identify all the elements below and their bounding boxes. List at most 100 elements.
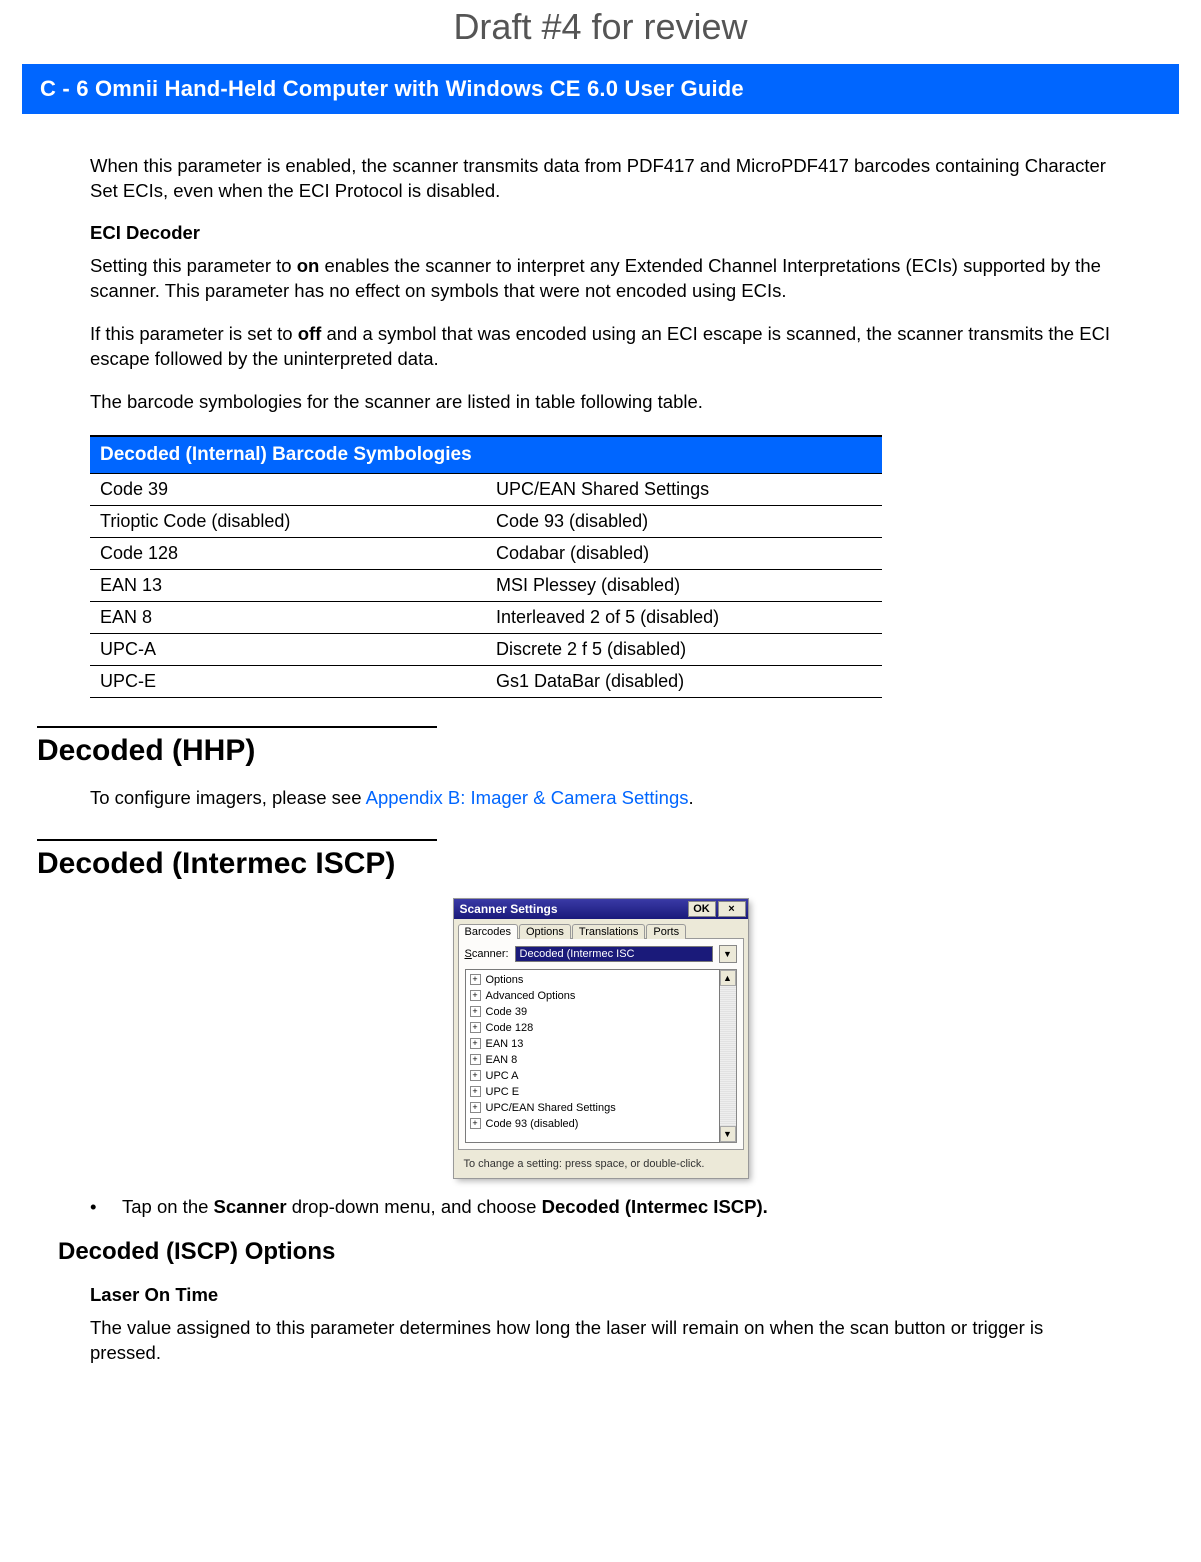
expand-icon[interactable]: + [470,1054,481,1065]
text-fragment: If this parameter is set to [90,323,298,344]
page-header-bar: C - 6 Omnii Hand-Held Computer with Wind… [22,64,1179,114]
table-cell: Codabar (disabled) [486,537,882,569]
tab-translations[interactable]: Translations [572,924,646,939]
scanner-settings-dialog: Scanner Settings OK × BarcodesOptionsTra… [454,899,748,1178]
text-fragment: drop-down menu, and choose [287,1196,542,1217]
close-button[interactable]: × [718,901,746,917]
tree-item-label: UPC A [486,1070,519,1082]
table-row: Code 39UPC/EAN Shared Settings [90,473,882,505]
table-cell: UPC-A [90,633,486,665]
tree-item-label: UPC E [486,1086,520,1098]
text-fragment: Setting this parameter to [90,255,297,276]
expand-icon[interactable]: + [470,1006,481,1017]
eci-paragraph-1: Setting this parameter to on enables the… [90,254,1111,304]
table-cell: Code 93 (disabled) [486,505,882,537]
laser-paragraph: The value assigned to this parameter det… [90,1316,1111,1366]
tree-item[interactable]: + Code 93 (disabled) [468,1116,717,1132]
table-cell: Gs1 DataBar (disabled) [486,665,882,697]
eci-decoder-heading: ECI Decoder [90,222,1111,244]
expand-icon[interactable]: + [470,1038,481,1049]
tree-item[interactable]: + UPC E [468,1084,717,1100]
scroll-down-icon[interactable]: ▼ [720,1126,736,1142]
table-cell: Trioptic Code (disabled) [90,505,486,537]
tree-item-label: Code 128 [486,1022,534,1034]
tree-item-label: Code 39 [486,1006,528,1018]
intro-paragraph: When this parameter is enabled, the scan… [90,154,1111,204]
table-row: UPC-EGs1 DataBar (disabled) [90,665,882,697]
tree-item-label: EAN 8 [486,1054,518,1066]
eci-paragraph-2: If this parameter is set to off and a sy… [90,322,1111,372]
expand-icon[interactable]: + [470,974,481,985]
expand-icon[interactable]: + [470,1118,481,1129]
tree-item[interactable]: + EAN 13 [468,1036,717,1052]
dialog-titlebar: Scanner Settings OK × [454,899,748,919]
decoded-iscp-options-heading: Decoded (ISCP) Options [58,1238,1111,1266]
tree-item-label: EAN 13 [486,1038,524,1050]
scroll-up-icon[interactable]: ▲ [720,970,736,986]
laser-on-time-heading: Laser On Time [90,1284,1111,1306]
tree-item[interactable]: + EAN 8 [468,1052,717,1068]
settings-tree[interactable]: + Options + Advanced Options + Code 39 + Code 1… [465,969,720,1143]
dialog-hint-text: To change a setting: press space, or dou… [458,1154,744,1178]
bold-on: on [297,255,320,276]
table-cell: MSI Plessey (disabled) [486,569,882,601]
bullet-marker: • [90,1196,104,1218]
tree-item[interactable]: + Options [468,972,717,988]
expand-icon[interactable]: + [470,1102,481,1113]
table-cell: EAN 8 [90,601,486,633]
bold-off: off [298,323,322,344]
tree-item[interactable]: + Code 39 [468,1004,717,1020]
tree-item-label: Code 93 (disabled) [486,1118,579,1130]
symbologies-table: Decoded (Internal) Barcode Symbologies C… [90,435,882,698]
table-cell: UPC/EAN Shared Settings [486,473,882,505]
symbologies-table-header: Decoded (Internal) Barcode Symbologies [90,436,882,474]
bold-decoded-iscp: Decoded (Intermec ISCP). [542,1196,768,1217]
hhp-paragraph: To configure imagers, please see Appendi… [90,786,1111,811]
scrollbar[interactable]: ▲ ▼ [720,969,737,1143]
tree-item[interactable]: + UPC/EAN Shared Settings [468,1100,717,1116]
dropdown-arrow-icon[interactable]: ▼ [719,945,737,963]
text-fragment: . [689,787,694,808]
instruction-bullet: • Tap on the Scanner drop-down menu, and… [90,1196,1111,1218]
scanner-label: Scanner: [465,948,509,960]
decoded-iscp-heading: Decoded (Intermec ISCP) [37,847,1111,881]
text-fragment: Tap on the [122,1196,214,1217]
table-cell: EAN 13 [90,569,486,601]
decoded-hhp-heading: Decoded (HHP) [37,734,1111,768]
tree-item-label: Options [486,974,524,986]
expand-icon[interactable]: + [470,1086,481,1097]
table-cell: Discrete 2 f 5 (disabled) [486,633,882,665]
dialog-tabs: BarcodesOptionsTranslationsPorts [454,919,748,938]
scanner-dropdown[interactable]: Decoded (Intermec ISC [515,946,713,962]
table-cell: Code 128 [90,537,486,569]
tree-item-label: UPC/EAN Shared Settings [486,1102,616,1114]
table-row: EAN 8Interleaved 2 of 5 (disabled) [90,601,882,633]
table-cell: Code 39 [90,473,486,505]
expand-icon[interactable]: + [470,1022,481,1033]
table-cell: Interleaved 2 of 5 (disabled) [486,601,882,633]
section-rule [37,726,437,728]
table-row: UPC-ADiscrete 2 f 5 (disabled) [90,633,882,665]
eci-paragraph-3: The barcode symbologies for the scanner … [90,390,1111,415]
table-row: EAN 13MSI Plessey (disabled) [90,569,882,601]
table-row: Trioptic Code (disabled)Code 93 (disable… [90,505,882,537]
text-fragment: To configure imagers, please see [90,787,366,808]
tab-options[interactable]: Options [519,924,571,939]
bold-scanner: Scanner [214,1196,287,1217]
tree-item[interactable]: + Advanced Options [468,988,717,1004]
tree-item[interactable]: + Code 128 [468,1020,717,1036]
scroll-track[interactable] [720,986,736,1126]
draft-watermark: Draft #4 for review [0,0,1201,54]
tab-ports[interactable]: Ports [646,924,686,939]
tree-item[interactable]: + UPC A [468,1068,717,1084]
expand-icon[interactable]: + [470,1070,481,1081]
table-cell: UPC-E [90,665,486,697]
table-row: Code 128Codabar (disabled) [90,537,882,569]
dialog-title-text: Scanner Settings [460,902,686,916]
ok-button[interactable]: OK [688,901,716,917]
tree-item-label: Advanced Options [486,990,576,1002]
tab-barcodes[interactable]: Barcodes [458,924,518,939]
expand-icon[interactable]: + [470,990,481,1001]
appendix-b-link[interactable]: Appendix B: Imager & Camera Settings [366,787,689,808]
section-rule [37,839,437,841]
